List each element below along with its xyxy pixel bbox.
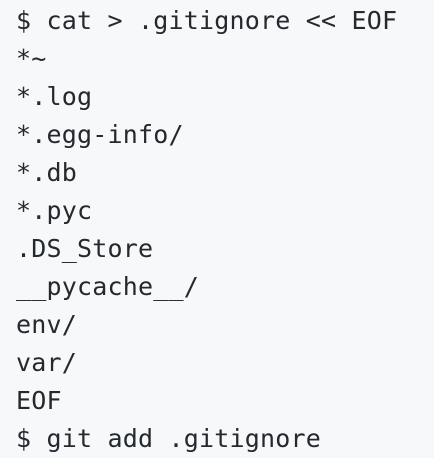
code-block: $ cat > .gitignore << EOF *~ *.log *.egg… bbox=[0, 0, 434, 456]
gitignore-entry: .DS_Store bbox=[16, 234, 154, 263]
gitignore-entry: __pycache__/ bbox=[16, 272, 200, 301]
gitignore-entry: *~ bbox=[16, 44, 47, 73]
gitignore-entry: *.pyc bbox=[16, 196, 93, 225]
heredoc-terminator: EOF bbox=[16, 386, 62, 415]
gitignore-entry: env/ bbox=[16, 310, 78, 339]
command-line: $ cat > .gitignore << EOF bbox=[16, 6, 398, 35]
command-line: $ git add .gitignore bbox=[16, 424, 322, 453]
gitignore-entry: *.db bbox=[16, 158, 78, 187]
gitignore-entry: var/ bbox=[16, 348, 78, 377]
gitignore-entry: *.egg-info/ bbox=[16, 120, 184, 149]
gitignore-entry: *.log bbox=[16, 82, 93, 111]
